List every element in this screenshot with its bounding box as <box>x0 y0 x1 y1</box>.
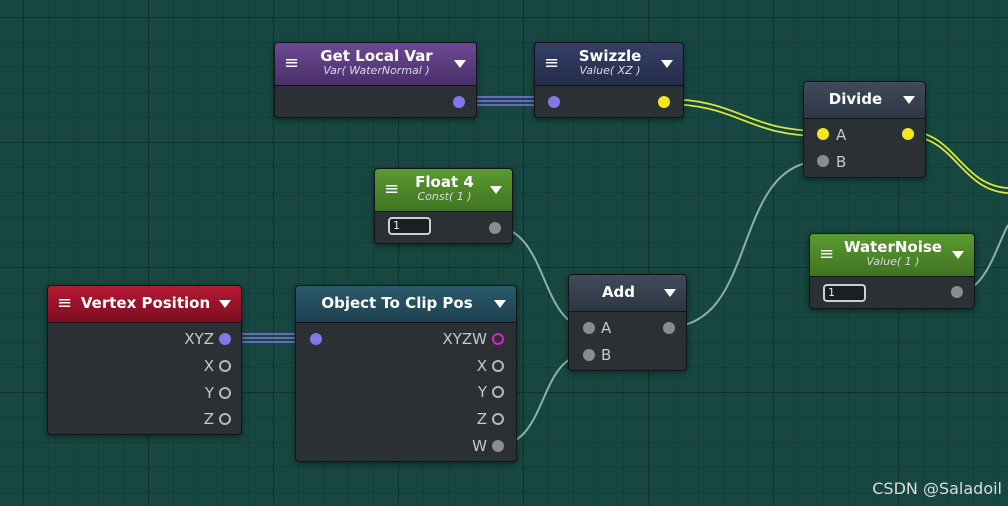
output-port-xyzw[interactable] <box>492 333 504 345</box>
wire-swizzle-to-divide-a <box>663 98 823 137</box>
port-label-b: B <box>601 346 612 364</box>
chevron-down-icon[interactable] <box>494 300 506 308</box>
water-noise-header[interactable]: WaterNoise Value( 1 ) <box>810 234 974 277</box>
output-port[interactable] <box>663 322 675 334</box>
menu-icon[interactable] <box>57 297 71 312</box>
node-subtitle: Value( 1 ) <box>866 255 920 268</box>
object-to-clip-pos-node[interactable]: Object To Clip Pos XYZW X Y Z W <box>295 285 517 462</box>
output-port[interactable] <box>658 96 670 108</box>
watermark: CSDN @Saladoil <box>872 479 1002 498</box>
chevron-down-icon[interactable] <box>664 289 676 297</box>
chevron-down-icon[interactable] <box>952 251 964 259</box>
input-port-b[interactable] <box>817 155 829 167</box>
node-title: Object To Clip Pos <box>321 294 473 312</box>
output-port-y[interactable] <box>492 386 504 398</box>
output-port[interactable] <box>951 286 963 298</box>
float-4-header[interactable]: Float 4 Const( 1 ) <box>375 169 512 212</box>
output-port-x[interactable] <box>219 360 231 372</box>
node-title: Float 4 <box>415 173 474 191</box>
port-label-x: X <box>476 357 487 375</box>
port-label-b: B <box>836 153 847 171</box>
value-input[interactable]: 1 <box>388 217 431 235</box>
port-label-y: Y <box>477 383 487 401</box>
swizzle-node[interactable]: Swizzle Value( XZ ) <box>534 42 684 118</box>
port-label-w: W <box>472 437 487 455</box>
output-port-w[interactable] <box>492 440 504 452</box>
chevron-down-icon[interactable] <box>490 186 502 194</box>
divide-header[interactable]: Divide <box>804 82 925 119</box>
chevron-down-icon[interactable] <box>454 60 466 68</box>
wire-add-to-divide-b <box>667 160 823 328</box>
input-port-a[interactable] <box>817 128 829 140</box>
output-port-z[interactable] <box>219 413 231 425</box>
water-noise-node[interactable]: WaterNoise Value( 1 ) 1 <box>809 233 975 309</box>
menu-icon[interactable] <box>284 57 298 72</box>
swizzle-header[interactable]: Swizzle Value( XZ ) <box>535 43 683 86</box>
get-local-var-header[interactable]: Get Local Var Var( WaterNormal ) <box>275 43 476 86</box>
port-label-y: Y <box>204 384 214 402</box>
chevron-down-icon[interactable] <box>661 60 673 68</box>
output-port[interactable] <box>902 128 914 140</box>
vertex-position-header[interactable]: Vertex Position <box>48 286 241 323</box>
input-port-b[interactable] <box>583 349 595 361</box>
node-title: Swizzle <box>578 47 642 65</box>
output-port-z[interactable] <box>492 413 504 425</box>
node-title: Add <box>601 283 636 301</box>
node-title: Vertex Position <box>80 294 211 312</box>
get-local-var-node[interactable]: Get Local Var Var( WaterNormal ) <box>274 42 477 118</box>
value-input[interactable]: 1 <box>823 284 866 302</box>
port-label-xyzw: XYZW <box>442 330 487 348</box>
chevron-down-icon[interactable] <box>903 96 915 104</box>
node-subtitle: Value( XZ ) <box>579 64 641 77</box>
port-label-z: Z <box>203 410 214 428</box>
port-label-a: A <box>601 319 612 337</box>
port-label-xyz: XYZ <box>184 330 214 348</box>
output-port[interactable] <box>489 222 501 234</box>
input-port-a[interactable] <box>583 322 595 334</box>
port-label-a: A <box>836 126 847 144</box>
node-title: WaterNoise <box>844 238 942 256</box>
output-port-x[interactable] <box>492 360 504 372</box>
add-header[interactable]: Add <box>569 275 686 312</box>
chevron-down-icon[interactable] <box>219 300 231 308</box>
menu-icon[interactable] <box>384 183 398 198</box>
node-title: Get Local Var <box>320 47 433 65</box>
input-port[interactable] <box>310 333 322 345</box>
output-port-xyz[interactable] <box>219 333 231 345</box>
vertex-position-node[interactable]: Vertex Position XYZ X Y Z <box>47 285 242 435</box>
menu-icon[interactable] <box>544 57 558 72</box>
add-node[interactable]: Add A B <box>568 274 687 371</box>
object-to-clip-pos-header[interactable]: Object To Clip Pos <box>296 286 516 323</box>
divide-node[interactable]: Divide A B <box>803 81 926 178</box>
output-port[interactable] <box>453 96 465 108</box>
port-label-z: Z <box>476 410 487 428</box>
float-4-node[interactable]: Float 4 Const( 1 ) 1 <box>374 168 513 244</box>
node-subtitle: Const( 1 ) <box>417 190 472 203</box>
input-port[interactable] <box>548 96 560 108</box>
node-title: Divide <box>828 90 883 108</box>
output-port-y[interactable] <box>219 387 231 399</box>
port-label-x: X <box>203 357 214 375</box>
menu-icon[interactable] <box>819 248 833 263</box>
node-subtitle: Var( WaterNormal ) <box>323 64 430 77</box>
